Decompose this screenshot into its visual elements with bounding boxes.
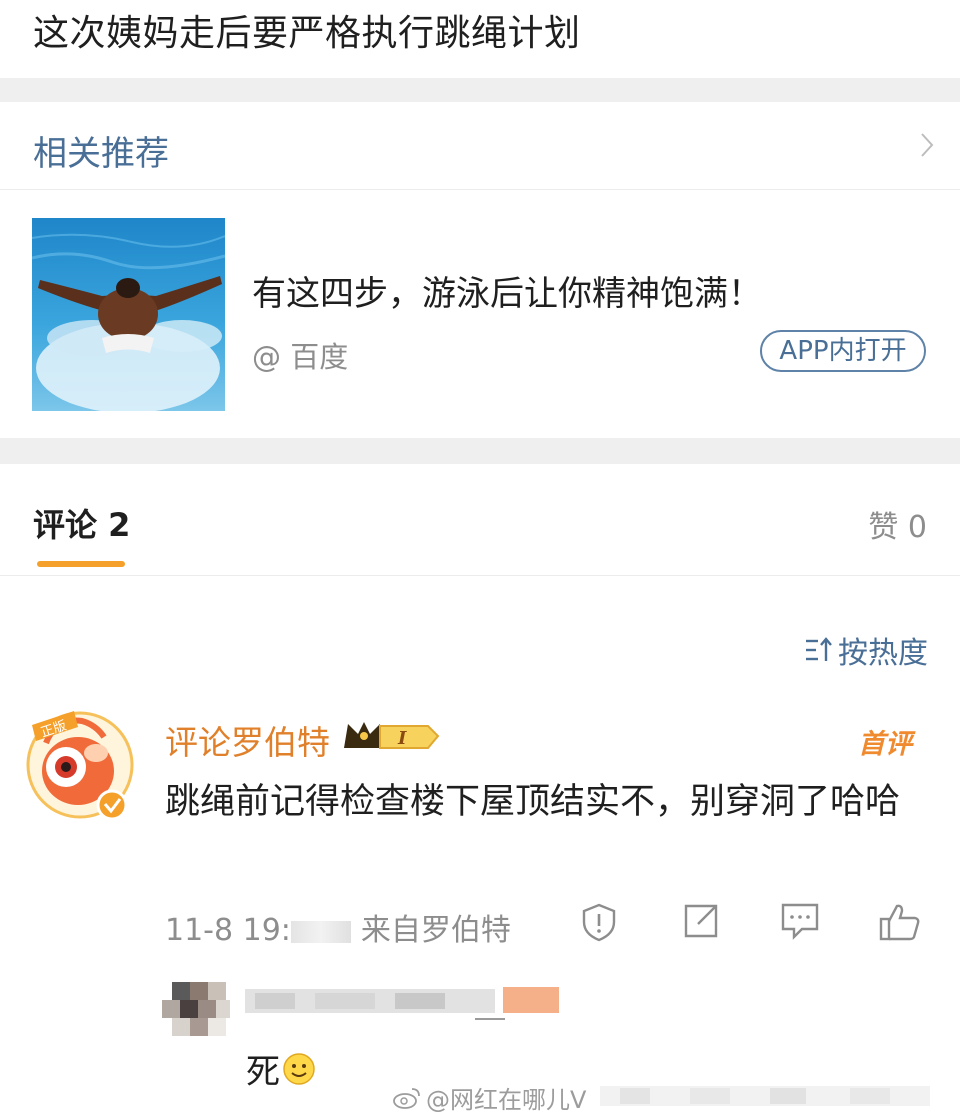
sort-icon: [806, 637, 832, 661]
like-thumb-icon[interactable]: [878, 902, 922, 942]
watermark: @网红在哪儿V: [392, 1080, 586, 1115]
blurred-watermark-extra: [600, 1086, 930, 1106]
avatar[interactable]: 正版: [26, 703, 134, 821]
share-icon[interactable]: [682, 902, 720, 940]
post-title: 这次姨妈走后要严格执行跳绳计划: [33, 13, 581, 54]
smile-emoji-icon: [283, 1052, 315, 1085]
section-divider: [0, 438, 960, 464]
reply-text: 死: [246, 1044, 316, 1093]
reply-text-content: 死: [246, 1052, 280, 1092]
weibo-logo-icon: [393, 1087, 420, 1109]
comment-source: 来自罗伯特: [360, 913, 511, 948]
comment-time: 11-8 19:: [165, 913, 291, 948]
article-title[interactable]: 有这四步，游泳后让你精神饱满！: [252, 266, 762, 315]
report-icon[interactable]: [580, 902, 618, 942]
section-divider: [0, 78, 960, 102]
blurred-reply-username: [245, 987, 559, 1020]
comment-username[interactable]: 评论罗伯特: [165, 716, 330, 764]
first-comment-badge: 首评: [858, 729, 912, 760]
reply-comment-icon[interactable]: [780, 902, 820, 940]
open-in-app-button[interactable]: APP内打开: [760, 330, 926, 372]
comment-meta: 11-8 19: 来自罗伯特: [165, 905, 511, 949]
recommend-header[interactable]: 相关推荐: [0, 102, 960, 190]
tab-likes[interactable]: 赞 0: [868, 502, 927, 546]
article-thumbnail: [32, 218, 225, 411]
sort-label: 按热度: [838, 636, 928, 671]
comment-tabs: 评论 2 赞 0: [0, 464, 960, 576]
watermark-text: @网红在哪儿V: [426, 1086, 587, 1114]
level-number: I: [397, 728, 407, 749]
tab-comments[interactable]: 评论 2: [33, 500, 130, 546]
recommend-title: 相关推荐: [33, 134, 169, 174]
chevron-right-icon: [921, 133, 934, 157]
article-source: @ 百度: [252, 340, 349, 374]
active-tab-indicator: [37, 561, 125, 567]
comment-text: 跳绳前记得检查楼下屋顶结实不，别穿洞了哈哈: [165, 782, 901, 822]
sort-by-heat-button[interactable]: 按热度: [804, 628, 928, 672]
reply-avatar[interactable]: [160, 980, 234, 1050]
crown-level-badge-icon: I: [344, 722, 440, 749]
blurred-time: [290, 920, 351, 943]
